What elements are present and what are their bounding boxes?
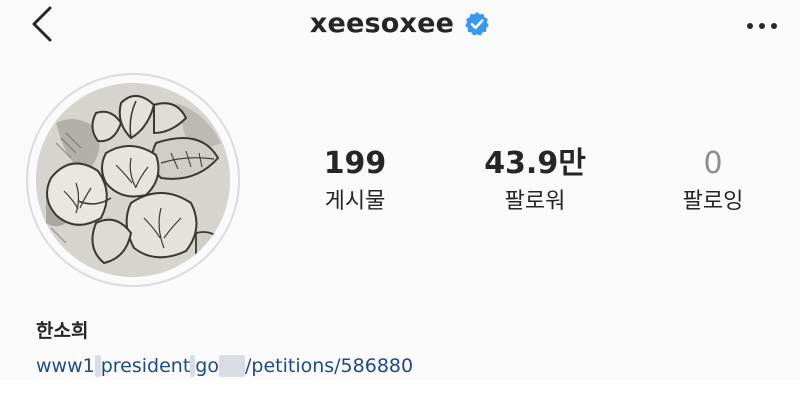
ellipsis-icon [747,23,777,29]
following-stat[interactable]: 0 팔로잉 [628,146,798,218]
bio-link-part-2: president [100,355,191,377]
posts-count: 199 [323,146,387,181]
more-options-button[interactable] [744,18,780,34]
username-title: xeesoxee [309,8,455,39]
following-count: 0 [703,146,723,181]
bio-link-part-1: www1 [36,355,95,377]
bio-link[interactable]: www1.president.go.kr/petitions/586880 [36,355,413,377]
verified-badge-icon [464,11,490,37]
profile-full-name: 한소희 [36,320,89,342]
followers-count: 43.9만 [484,146,586,181]
posts-stat[interactable]: 199 게시물 [270,146,440,218]
posts-label: 게시물 [324,189,386,214]
bio-link-part-4: /petitions/586880 [244,355,414,377]
following-label: 팔로잉 [682,189,744,214]
bio-link-part-3: go [195,355,219,377]
followers-stat[interactable]: 43.9만 팔로워 [450,146,620,218]
bottom-blank-area [0,380,800,408]
followers-label: 팔로워 [504,189,566,214]
redacted-segment: .kr [218,355,245,377]
profile-header: xeesoxee [0,8,800,39]
avatar[interactable] [36,83,230,277]
hibiscus-drawing-icon [36,83,230,277]
profile-screen: xeesoxee 199 게시물 43.9만 팔로워 0 팔로잉 한소희 www… [0,0,800,408]
